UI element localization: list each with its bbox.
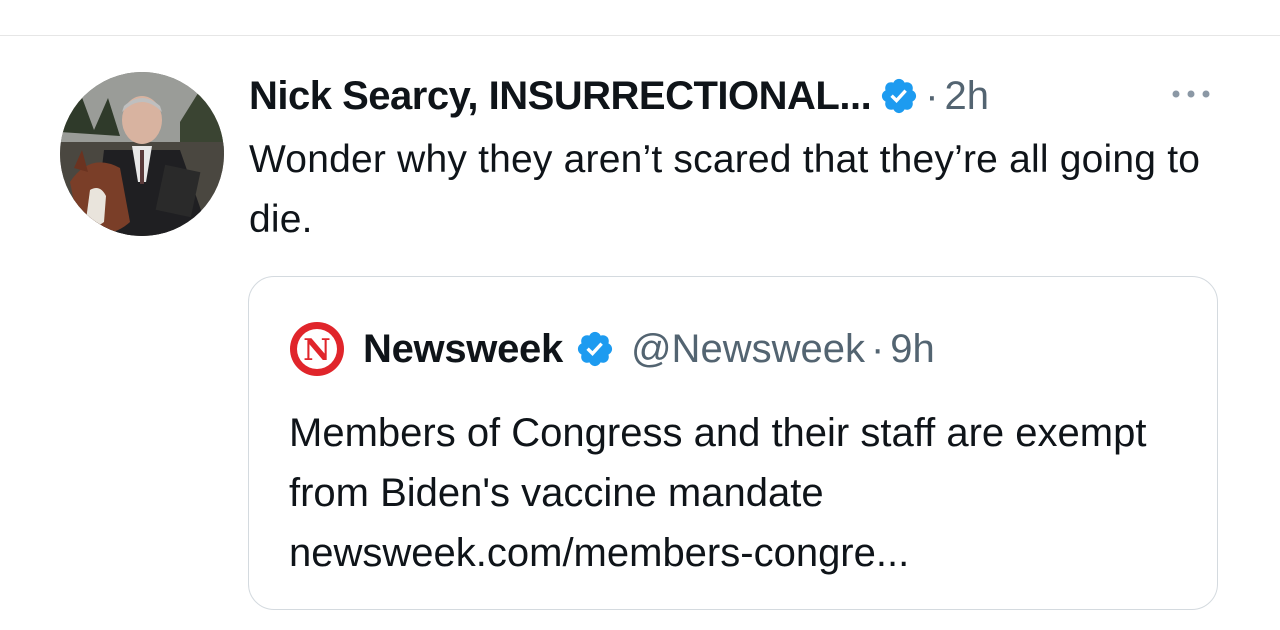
tweet-timestamp[interactable]: 2h xyxy=(945,74,990,119)
verified-badge-icon xyxy=(577,331,613,367)
quote-link[interactable]: newsweek.com/members-congre... xyxy=(289,523,1189,583)
newsweek-logo-letter: N xyxy=(303,333,330,368)
tweet-text: Wonder why they aren’t scared that they’… xyxy=(249,138,1201,241)
quote-author-handle[interactable]: @Newsweek xyxy=(631,327,865,372)
avatar-photo xyxy=(60,72,224,236)
author-name[interactable]: Nick Searcy, INSURRECTIONAL... xyxy=(249,74,872,119)
quote-body: Members of Congress and their staff are … xyxy=(289,411,1147,515)
separator-dot: · xyxy=(870,326,885,371)
more-horizontal-icon[interactable] xyxy=(1168,84,1214,104)
tweet-header: Nick Searcy, INSURRECTIONAL... · 2h xyxy=(249,70,989,122)
quote-timestamp[interactable]: 9h xyxy=(890,327,935,372)
quote-text: Members of Congress and their staff are … xyxy=(289,403,1189,583)
newsweek-logo-icon[interactable]: N xyxy=(289,321,345,377)
author-avatar[interactable] xyxy=(60,72,224,236)
separator-dot: · xyxy=(925,73,939,118)
quote-tweet-card[interactable]: N Newsweek @Newsweek · 9h Members of Con… xyxy=(248,276,1218,610)
verified-badge-icon xyxy=(882,78,917,114)
quote-author-name[interactable]: Newsweek xyxy=(363,327,563,372)
quote-header: N Newsweek @Newsweek · 9h xyxy=(289,321,935,377)
